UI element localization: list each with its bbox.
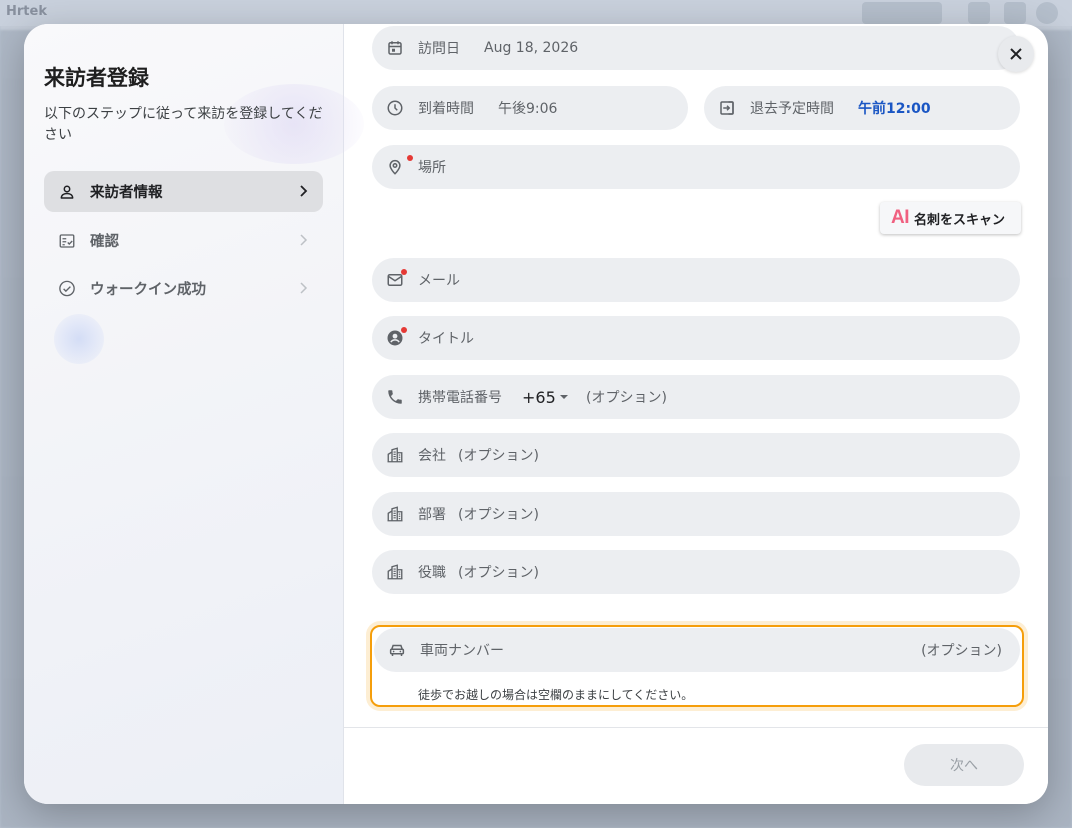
- vehicle-number-label: 車両ナンバー: [420, 643, 504, 659]
- title-field[interactable]: タイトル: [372, 316, 1020, 360]
- position-label: 役職: [418, 565, 446, 581]
- departure-time-value: 午前12:00: [858, 101, 931, 117]
- ai-icon: AI: [891, 207, 910, 228]
- company-field[interactable]: 会社 (オプション): [372, 433, 1020, 477]
- dropdown-arrow-icon: [559, 394, 569, 400]
- required-indicator: [401, 269, 407, 275]
- department-label: 部署: [418, 507, 446, 523]
- location-field[interactable]: 場所: [372, 145, 1020, 189]
- departure-time-label: 退去予定時間: [750, 101, 834, 117]
- chevron-right-icon: [297, 280, 311, 296]
- visit-date-field[interactable]: 訪問日 Aug 18, 2026: [372, 26, 1020, 70]
- close-icon: [1009, 47, 1023, 61]
- step-confirm[interactable]: 確認: [44, 220, 323, 261]
- clock-icon: [386, 99, 404, 117]
- mobile-optional-hint: (オプション): [586, 390, 667, 406]
- background-pill: [1004, 2, 1026, 24]
- arrival-time-value: 午後9:06: [498, 101, 558, 117]
- country-code-select[interactable]: +65: [522, 388, 556, 407]
- visitor-registration-modal: 来訪者登録 以下のステップに従って来訪を登録してください 来訪者情報 確認 ウォ…: [24, 24, 1048, 804]
- position-optional-hint: (オプション): [458, 565, 539, 581]
- mobile-phone-field[interactable]: 携帯電話番号 +65 (オプション): [372, 375, 1020, 419]
- visit-date-value: Aug 18, 2026: [484, 40, 579, 56]
- building-icon: [386, 563, 404, 581]
- location-label: 場所: [418, 160, 446, 176]
- departure-time-field[interactable]: 退去予定時間 午前12:00: [704, 86, 1020, 130]
- vehicle-number-field[interactable]: 車両ナンバー (オプション): [374, 628, 1020, 672]
- company-optional-hint: (オプション): [458, 448, 539, 464]
- position-field[interactable]: 役職 (オプション): [372, 550, 1020, 594]
- vehicle-helper-text: 徒歩でお越しの場合は空欄のままにしてください。: [418, 688, 694, 702]
- email-field[interactable]: メール: [372, 258, 1020, 302]
- title-label: タイトル: [418, 331, 474, 347]
- background-pill: [862, 2, 942, 24]
- building-icon: [386, 446, 404, 464]
- email-label: メール: [418, 273, 460, 289]
- department-field[interactable]: 部署 (オプション): [372, 492, 1020, 536]
- step-walkin-success[interactable]: ウォークイン成功: [44, 268, 323, 309]
- location-pin-icon: [386, 158, 404, 176]
- stepper-sidebar: 来訪者登録 以下のステップに従って来訪を登録してください 来訪者情報 確認 ウォ…: [24, 24, 364, 804]
- modal-title: 来訪者登録: [44, 66, 149, 90]
- step-label: 確認: [90, 234, 119, 250]
- exit-icon: [718, 99, 736, 117]
- person-icon: [58, 183, 76, 201]
- step-label: ウォークイン成功: [90, 282, 206, 298]
- scan-business-card-button[interactable]: AI 名刺をスキャン: [880, 202, 1021, 234]
- background-pill: [1036, 2, 1058, 24]
- chevron-right-icon: [297, 232, 311, 248]
- background-pill: [968, 2, 990, 24]
- checklist-icon: [58, 232, 76, 250]
- background-app-name: Hrtek: [6, 4, 47, 19]
- close-button[interactable]: [998, 36, 1034, 72]
- phone-icon: [386, 388, 404, 406]
- department-optional-hint: (オプション): [458, 507, 539, 523]
- calendar-icon: [386, 39, 404, 57]
- step-visitor-info[interactable]: 来訪者情報: [44, 171, 323, 212]
- mobile-phone-label: 携帯電話番号: [418, 390, 502, 406]
- visit-date-label: 訪問日: [418, 41, 460, 57]
- vehicle-optional-hint: (オプション): [921, 643, 1002, 659]
- scan-button-label: 名刺をスキャン: [914, 212, 1006, 228]
- check-circle-icon: [58, 280, 76, 298]
- background-topbar: Hrtek: [0, 0, 1072, 26]
- chevron-right-icon: [297, 183, 311, 199]
- required-indicator: [407, 155, 413, 161]
- arrival-time-label: 到着時間: [418, 101, 474, 117]
- required-indicator: [401, 327, 407, 333]
- building-icon: [386, 505, 404, 523]
- step-label: 来訪者情報: [90, 185, 163, 201]
- company-label: 会社: [418, 448, 446, 464]
- next-button[interactable]: 次へ: [904, 744, 1024, 786]
- modal-subtitle: 以下のステップに従って来訪を登録してください: [44, 106, 323, 143]
- arrival-time-field[interactable]: 到着時間 午後9:06: [372, 86, 688, 130]
- car-icon: [388, 641, 406, 659]
